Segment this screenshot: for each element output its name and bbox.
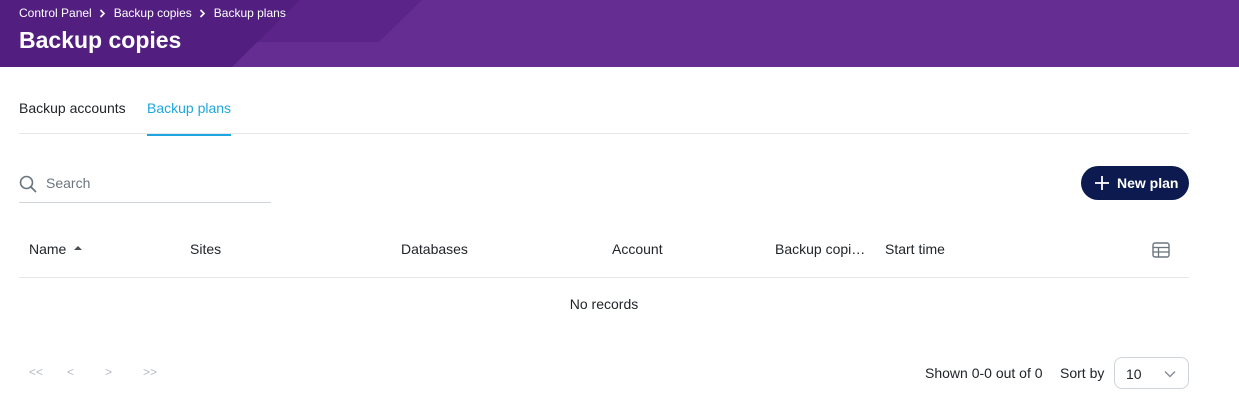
chevron-right-icon [192, 6, 214, 20]
next-page-button[interactable]: > [105, 365, 143, 379]
tab-backup-accounts[interactable]: Backup accounts [19, 99, 126, 134]
columns-icon[interactable] [1152, 242, 1170, 258]
tab-bar: Backup accounts Backup plans [19, 99, 1189, 136]
new-plan-label: New plan [1117, 175, 1179, 191]
page-title: Backup copies [19, 27, 182, 53]
page-header: Control Panel Backup copies Backup plans… [0, 0, 1239, 67]
table-header: Name Sites Databases Account Backup copi… [19, 230, 1189, 278]
page-size-select[interactable]: 10 [1114, 357, 1189, 389]
breadcrumb-backup-copies[interactable]: Backup copies [114, 6, 192, 20]
pagination: << < > >> [29, 365, 181, 379]
sort-by-label: Sort by [1060, 365, 1105, 381]
breadcrumb: Control Panel Backup copies Backup plans [19, 6, 286, 20]
first-page-button[interactable]: << [29, 365, 67, 379]
new-plan-button[interactable]: New plan [1081, 166, 1189, 200]
sort-asc-icon [74, 246, 83, 251]
chevron-right-icon [92, 6, 114, 20]
column-header-name[interactable]: Name [29, 241, 83, 257]
search-icon [19, 175, 37, 193]
empty-state: No records [569, 296, 639, 312]
column-header-sites[interactable]: Sites [190, 241, 221, 257]
tab-backup-plans[interactable]: Backup plans [147, 99, 232, 136]
search-input[interactable] [46, 173, 266, 193]
last-page-button[interactable]: >> [143, 365, 181, 379]
breadcrumb-backup-plans[interactable]: Backup plans [214, 6, 286, 20]
column-header-start-time[interactable]: Start time [885, 241, 945, 257]
chevron-down-icon [1164, 370, 1176, 378]
breadcrumb-control-panel[interactable]: Control Panel [19, 6, 92, 20]
prev-page-button[interactable]: < [67, 365, 105, 379]
search-box [19, 165, 271, 203]
page-size-value: 10 [1126, 366, 1142, 382]
plus-icon [1095, 176, 1109, 190]
column-header-databases[interactable]: Databases [401, 241, 468, 257]
column-header-backup-copies[interactable]: Backup copi… [775, 241, 865, 257]
records-count: Shown 0-0 out of 0 [925, 365, 1043, 381]
column-label: Name [29, 241, 67, 257]
column-header-account[interactable]: Account [612, 241, 663, 257]
